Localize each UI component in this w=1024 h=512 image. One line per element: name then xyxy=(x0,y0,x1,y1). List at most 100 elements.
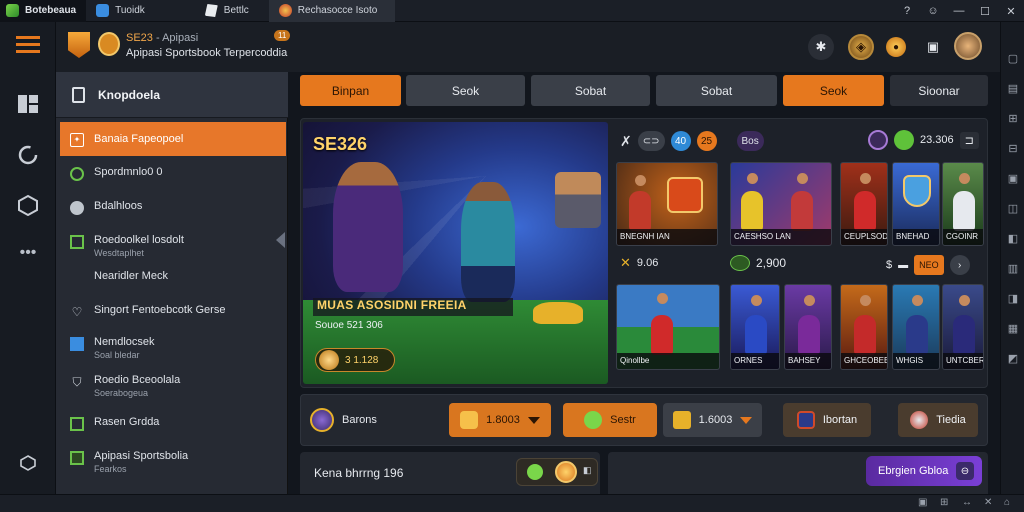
match-card[interactable]: CAESHSO LAN xyxy=(730,162,832,246)
register-button[interactable]: Ebrgien Gbloa ⊖ xyxy=(866,456,982,486)
match-card[interactable]: GHCEOBEE xyxy=(840,284,888,370)
target-icon[interactable] xyxy=(868,130,888,150)
browser-tab-2[interactable]: Bettlc xyxy=(195,0,259,22)
sidebar-item[interactable]: Apipasi Sportsbolia Fearkos xyxy=(60,450,286,474)
hero-banner[interactable]: SE326 MUAS ASOSIDNI FREEIA Souoe 521 306… xyxy=(303,122,608,384)
tab-2[interactable]: Seok xyxy=(406,75,525,106)
status-icon[interactable]: ⌂ xyxy=(1004,497,1010,508)
more-icon[interactable]: ••• xyxy=(0,244,56,262)
tool-icon[interactable]: ▤ xyxy=(1001,82,1024,95)
status-icon[interactable]: ⊞ xyxy=(940,497,948,508)
sidebar-item-label: Bdalhloos xyxy=(94,200,143,212)
tool-icon[interactable]: ◩ xyxy=(1001,352,1024,365)
match-card[interactable]: BNEHAD xyxy=(892,162,940,246)
sidebar-item[interactable]: Roedoolkel losdolt Wesdtaplhet xyxy=(60,234,286,258)
status-icon[interactable]: ↔ xyxy=(962,497,972,508)
support-icon[interactable] xyxy=(0,454,56,472)
match-card[interactable]: UNTCBER xyxy=(942,284,984,370)
match-card[interactable]: CEUPLSOD xyxy=(840,162,888,246)
coin-icon[interactable]: ● xyxy=(886,37,906,57)
sidebar-item[interactable]: ♡ Singort Fentoebcotk Gerse xyxy=(60,304,286,319)
minimize-icon[interactable]: — xyxy=(946,0,972,22)
shield-badge-icon[interactable]: ◈ xyxy=(848,34,874,60)
browser-tab-1[interactable]: Tuoidk xyxy=(86,0,155,22)
tool-icon[interactable]: ⊞ xyxy=(1001,112,1024,125)
club-crest-icon xyxy=(667,177,703,213)
odds-button-3[interactable]: 1.6003 xyxy=(663,403,762,437)
match-card[interactable]: BNEGNH IAN xyxy=(616,162,718,246)
leaf-icon[interactable] xyxy=(894,130,914,150)
shield-green-icon[interactable] xyxy=(730,255,750,271)
avatar[interactable] xyxy=(954,32,982,60)
tool-icon[interactable]: ⊟ xyxy=(1001,142,1024,155)
coin-toggle[interactable]: ◧ xyxy=(516,458,598,486)
app-tab[interactable]: Botebeaua xyxy=(0,0,87,22)
sidebar-item[interactable]: ⛉ Roedio Bceoolala Soerabogeua xyxy=(60,374,286,398)
crossed-swords-icon[interactable]: ✕ xyxy=(620,255,631,271)
close-icon[interactable]: ✕ xyxy=(998,0,1024,22)
card-icon[interactable]: ▬ xyxy=(898,260,908,271)
pointer-icon[interactable]: ✗ xyxy=(620,133,632,150)
market-pill-1[interactable]: 40 xyxy=(670,131,691,151)
status-icon[interactable]: ▣ xyxy=(918,497,927,508)
app-name: Botebeaua xyxy=(25,5,77,16)
match-card[interactable]: ORNES xyxy=(730,284,780,370)
square-outline-icon xyxy=(70,417,84,431)
help-icon[interactable]: ? xyxy=(894,0,920,22)
tab-5[interactable]: Seok xyxy=(783,75,884,106)
maximize-icon[interactable]: ☐ xyxy=(972,0,998,22)
tool-icon[interactable]: ▢ xyxy=(1001,52,1024,65)
tab-6[interactable]: Sioonar xyxy=(890,75,988,106)
hero-coin-badge[interactable]: 3 1.128 xyxy=(315,348,395,372)
wallet-icon[interactable]: ▣ xyxy=(920,34,946,60)
toggle-icon[interactable]: ⊂⊃ xyxy=(637,131,665,151)
sidebar-item[interactable]: Rasen Grdda xyxy=(60,416,286,431)
odds-button-5[interactable]: Tiedia xyxy=(898,403,978,437)
title-bar: Botebeaua Tuoidk Bettlc Rechasocce Isoto… xyxy=(0,0,1024,22)
smile-icon[interactable]: ☺ xyxy=(920,0,946,22)
sidebar-item[interactable]: Nearidler Meck xyxy=(60,270,286,285)
match-card[interactable]: WHGIS xyxy=(892,284,940,370)
collapse-arrow-icon[interactable] xyxy=(276,232,285,248)
sidebar-item[interactable]: Nemdlocsek Soal bledar xyxy=(60,336,286,360)
sidebar-item[interactable]: Spordmnlo0 0 xyxy=(60,166,286,181)
tool-icon[interactable]: ▦ xyxy=(1001,322,1024,335)
dashboard-icon[interactable] xyxy=(0,94,56,114)
sidebar-item-active[interactable]: ✦ Banaia Fapeopoel xyxy=(60,122,286,156)
sidebar-header[interactable]: Knopdoela xyxy=(56,72,288,118)
tool-icon[interactable]: ▥ xyxy=(1001,262,1024,275)
sidebar-item[interactable]: Bdalhloos xyxy=(60,200,286,215)
refresh-icon[interactable] xyxy=(0,144,56,166)
cube-icon[interactable] xyxy=(0,194,56,216)
heart-icon: ♡ xyxy=(71,305,83,319)
odds-button-4[interactable]: Ibortan xyxy=(783,403,871,437)
odds-badge[interactable]: NEO xyxy=(914,255,944,275)
match-card[interactable]: BAHSEY xyxy=(784,284,832,370)
market-label[interactable]: Bos xyxy=(736,131,764,151)
tool-icon[interactable]: ◫ xyxy=(1001,202,1024,215)
tab-1[interactable]: Binpan xyxy=(300,75,401,106)
tool-icon[interactable]: ◨ xyxy=(1001,292,1024,305)
browser-tab-label: Rechasocce Isoto xyxy=(297,5,378,16)
market-pill-2[interactable]: 25 xyxy=(696,131,717,151)
browser-tab-3[interactable]: Rechasocce Isoto xyxy=(268,0,396,22)
sidebar-item-label: Apipasi Sportsbolia xyxy=(94,450,189,462)
barons-label[interactable]: Barons xyxy=(310,403,420,437)
users-icon[interactable]: ✱ xyxy=(808,34,834,60)
brand-separator: - Apipasi xyxy=(152,32,199,44)
tool-icon[interactable]: ▣ xyxy=(1001,172,1024,185)
match-card[interactable]: Qinollbe xyxy=(616,284,720,370)
status-icon[interactable]: ✕ xyxy=(984,497,992,508)
odds-button-1[interactable]: 1.8003 xyxy=(449,403,551,437)
menu-icon[interactable] xyxy=(0,34,56,56)
dollar-icon[interactable]: $ xyxy=(886,259,892,271)
odds-button-2[interactable]: Sestr xyxy=(563,403,657,437)
odds-button-label: 1.6003 xyxy=(698,414,733,426)
app-logo-icon xyxy=(6,4,19,17)
tab-4[interactable]: Sobat xyxy=(656,75,777,106)
tab-3[interactable]: Sobat xyxy=(531,75,650,106)
tool-icon[interactable]: ◧ xyxy=(1001,232,1024,245)
play-icon[interactable]: › xyxy=(949,255,970,275)
expand-icon[interactable]: ⊐ xyxy=(959,131,979,149)
match-card[interactable]: CGOINR xyxy=(942,162,984,246)
